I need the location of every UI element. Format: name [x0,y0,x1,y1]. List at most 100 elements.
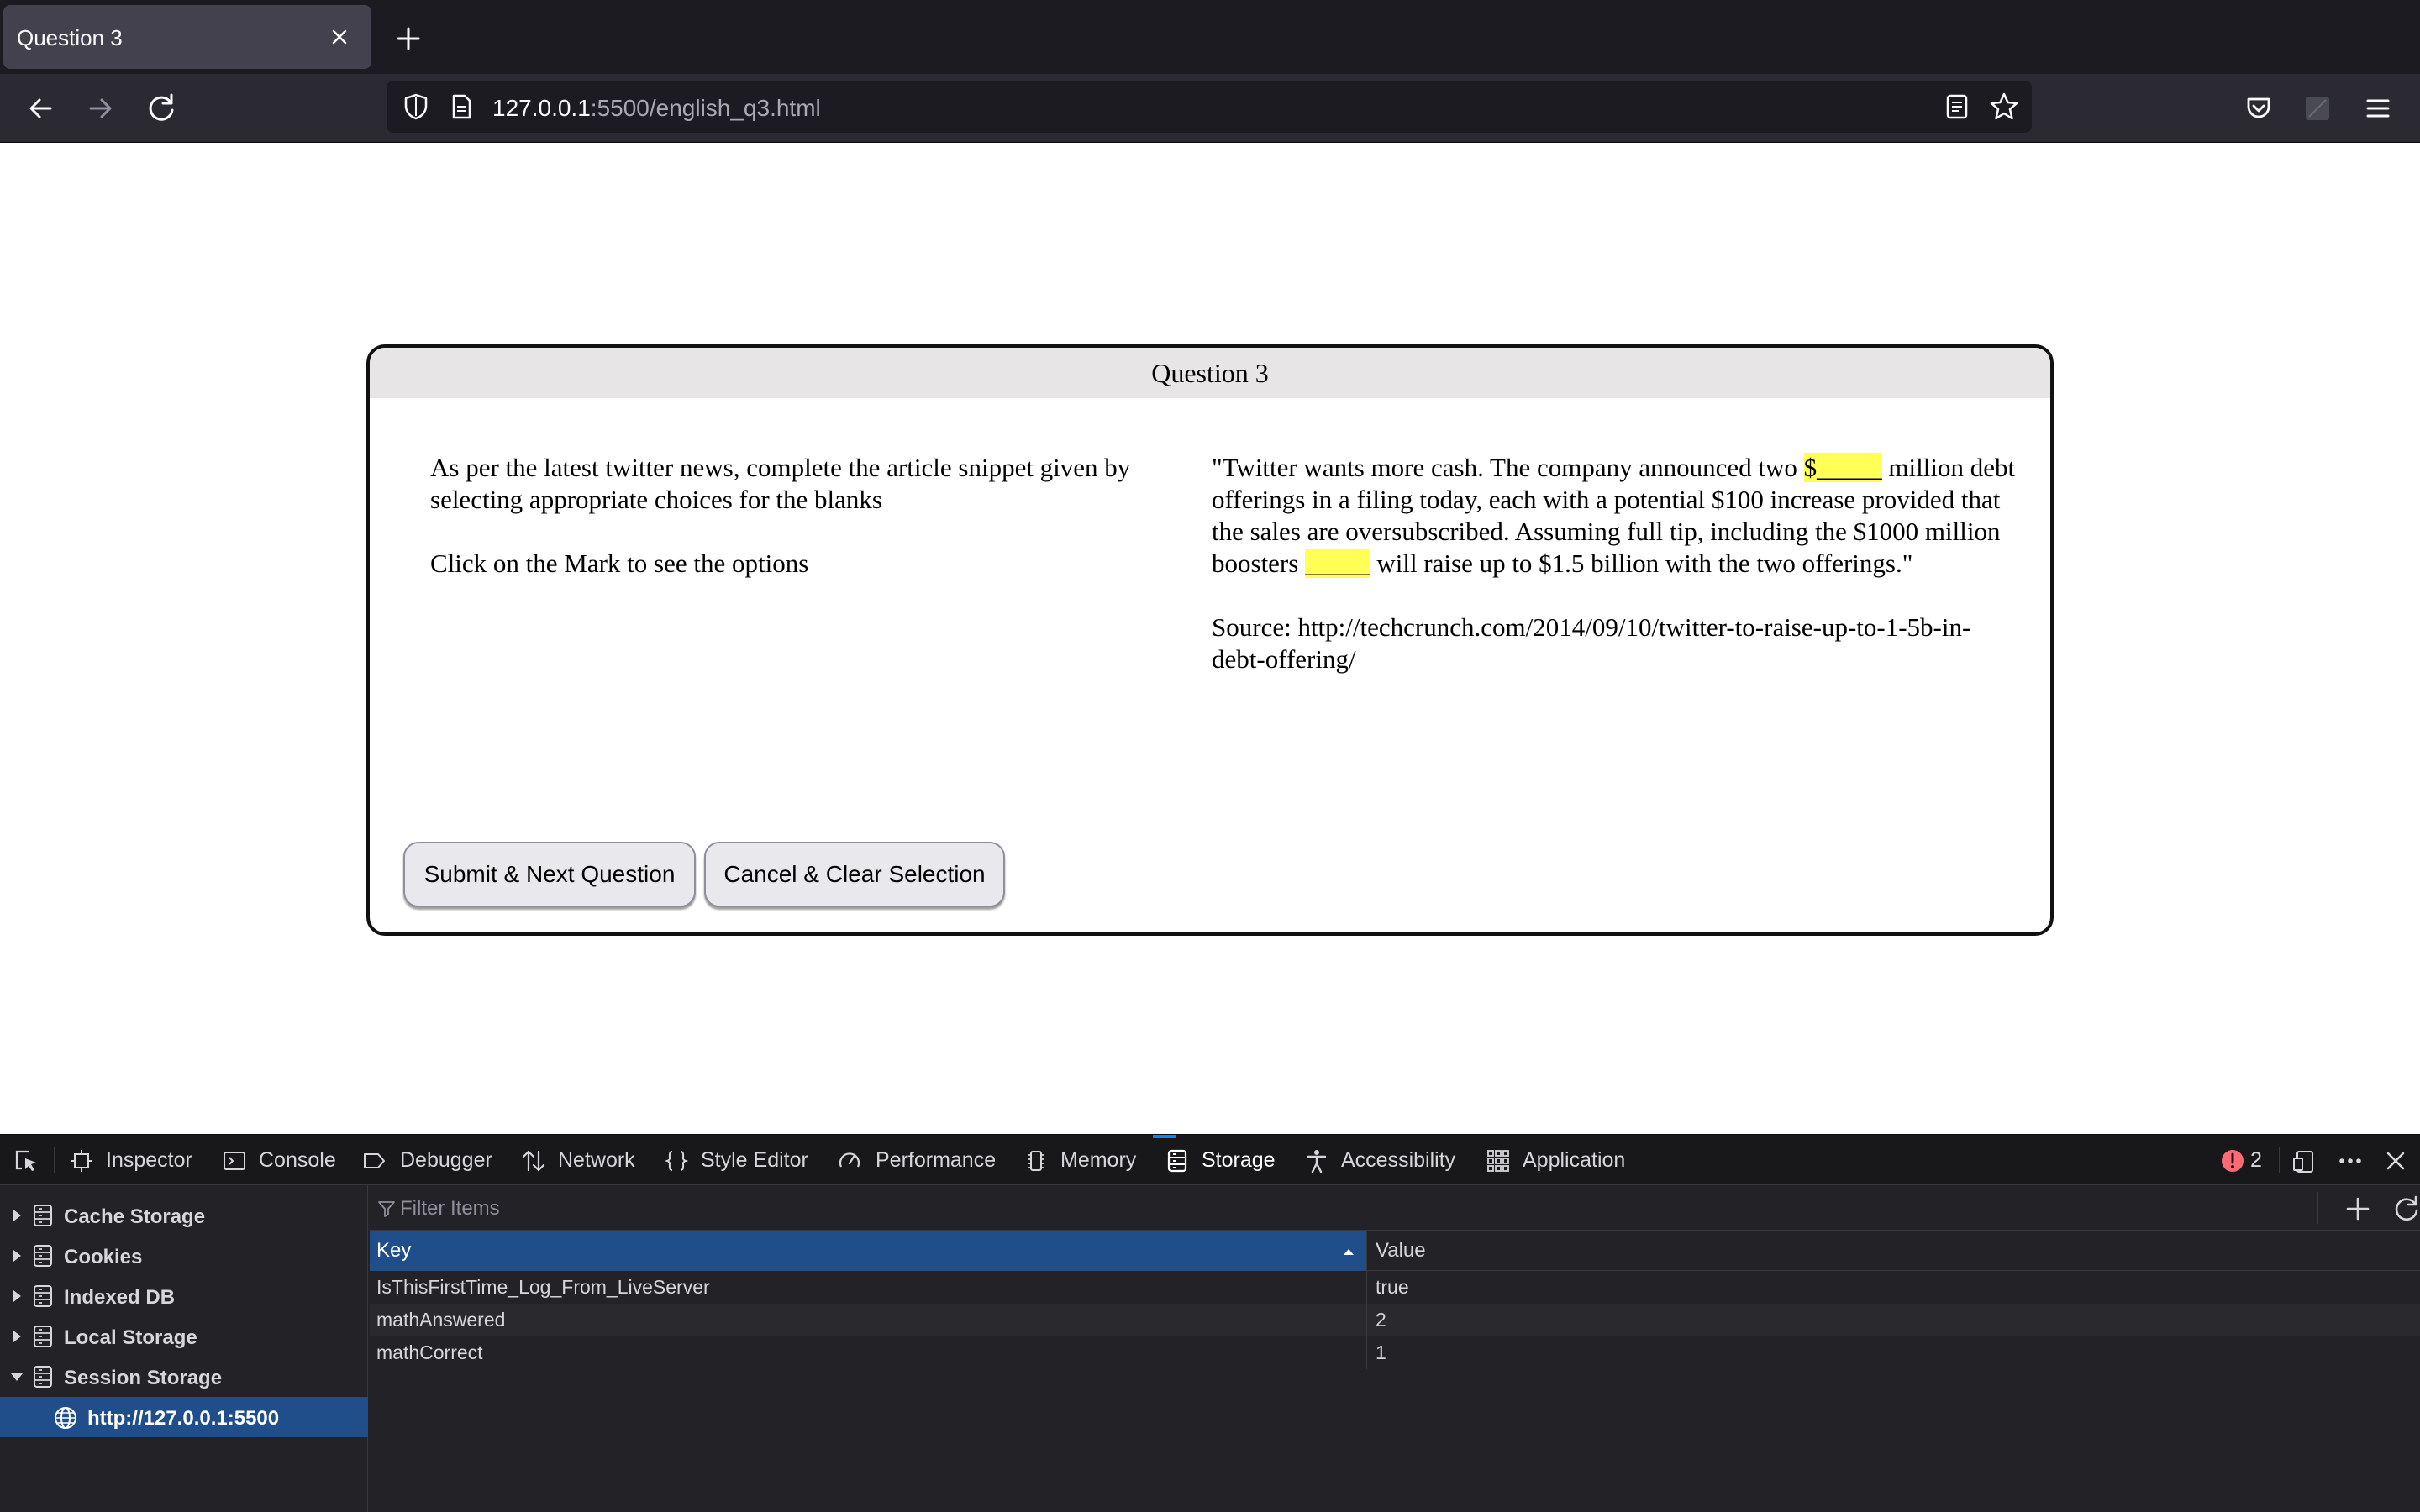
page-icon[interactable] [444,89,479,124]
tree-item-label: http://127.0.0.1:5500 [87,1407,280,1430]
cell-value: true [1366,1271,1409,1304]
snippet-text-1: "Twitter wants more cash. The company an… [1212,453,1804,482]
responsive-design-icon[interactable] [2291,1147,2319,1175]
article-source: Source: http://techcrunch.com/2014/09/10… [1212,612,1971,674]
tab-label: Memory [1060,1148,1137,1172]
filter-toolbar: Filter Items [370,1185,2420,1231]
filter-items-input[interactable]: Filter Items [376,1192,2309,1224]
bookmark-star-icon[interactable] [1986,89,2022,124]
page-content: Question 3 As per the latest twitter new… [0,143,2420,1134]
shield-icon[interactable] [398,89,434,124]
blank-mark-2[interactable]: _____ [1305,549,1370,578]
cell-key: mathCorrect [376,1341,483,1363]
tab-label: Application [1523,1148,1626,1172]
navigation-toolbar: 127.0.0.1:5500/english_q3.html [0,74,2420,143]
accessibility-icon [1307,1150,1327,1173]
expand-arrow-icon[interactable] [8,1207,25,1224]
network-icon [522,1150,545,1172]
error-icon[interactable] [2218,1147,2247,1175]
cell-value: 2 [1366,1304,1386,1336]
refresh-icon[interactable] [2390,1192,2420,1226]
pocket-icon[interactable] [2238,88,2279,129]
storage-icon [34,1285,52,1307]
forward-icon[interactable] [81,88,121,129]
collapse-arrow-icon[interactable] [8,1368,25,1385]
question-card: Question 3 As per the latest twitter new… [366,344,2054,936]
element-picker-icon[interactable] [12,1147,40,1175]
browser-tab[interactable]: Question 3 [3,5,371,69]
cancel-clear-button[interactable]: Cancel & Clear Selection [704,842,1005,907]
close-tab-icon[interactable] [323,20,356,54]
article-snippet-panel: "Twitter wants more cash. The company an… [1212,452,2018,675]
devtools-panel: Inspector Console Debugger Network Style… [0,1134,2420,1512]
performance-icon [839,1152,860,1168]
expand-arrow-icon[interactable] [8,1247,25,1264]
tab-label: Console [259,1148,336,1172]
new-tab-icon[interactable] [390,20,427,57]
toolbar-divider [2317,1192,2318,1224]
url-text: 127.0.0.1:5500/english_q3.html [492,95,821,122]
globe-icon [55,1407,76,1429]
tree-item-cache-storage[interactable]: Cache Storage [0,1195,368,1236]
tab-label: Storage [1202,1148,1276,1172]
close-devtools-icon[interactable] [2381,1147,2410,1175]
cell-key: IsThisFirstTime_Log_From_LiveServer [376,1276,710,1298]
submit-next-button[interactable]: Submit & Next Question [403,842,696,907]
reload-icon[interactable] [141,88,182,129]
toolbar-divider [2279,1147,2280,1173]
error-count[interactable]: 2 [2250,1135,2262,1185]
style-editor-icon [664,1151,689,1171]
question-instructions-panel: As per the latest twitter news, complete… [430,452,1153,580]
devtools-toolbar: Inspector Console Debugger Network Style… [0,1135,2420,1185]
table-row[interactable]: IsThisFirstTime_Log_From_LiveServer true [370,1271,2420,1304]
column-header-key[interactable]: Key [370,1231,1366,1271]
storage-icon [34,1326,52,1347]
expand-arrow-icon[interactable] [8,1328,25,1345]
more-options-icon[interactable] [2336,1147,2365,1175]
storage-icon [34,1205,52,1226]
tab-label: Style Editor [701,1148,808,1172]
article-snippet: "Twitter wants more cash. The company an… [1212,452,2018,580]
tab-label: Debugger [400,1148,492,1172]
filter-placeholder: Filter Items [400,1197,500,1220]
extension-icon[interactable] [2297,88,2338,129]
hamburger-menu-icon[interactable] [2358,88,2398,129]
tree-item-indexed-db[interactable]: Indexed DB [0,1276,368,1316]
tree-item-label: Indexed DB [64,1286,176,1309]
tree-item-local-storage[interactable]: Local Storage [0,1316,368,1357]
table-row[interactable]: mathAnswered 2 [370,1304,2420,1336]
tab-strip: Question 3 [0,0,2420,74]
column-header-label: Value [1376,1239,1426,1262]
storage-tree-sidebar: Cache Storage Cookies Indexed DB Local S… [0,1185,368,1512]
tree-item-session-origin[interactable]: http://127.0.0.1:5500 [0,1397,368,1437]
back-icon[interactable] [20,88,60,129]
tree-item-session-storage[interactable]: Session Storage [0,1357,368,1397]
tree-item-label: Local Storage [64,1326,197,1349]
storage-icon [1167,1149,1187,1173]
memory-icon [1028,1151,1044,1171]
question-instructions: As per the latest twitter news, complete… [430,453,1131,514]
storage-icon [34,1366,52,1388]
cell-value: 1 [1366,1336,1386,1369]
tab-label: Network [558,1148,635,1172]
table-row[interactable]: mathCorrect 1 [370,1336,2420,1369]
question-title: Question 3 [1151,358,1269,388]
toolbar-divider [54,1147,55,1173]
question-hint: Click on the Mark to see the options [430,549,809,578]
reader-view-icon[interactable] [1939,89,1975,124]
url-host: 127.0.0.1 [492,95,591,121]
tree-item-label: Session Storage [64,1367,223,1389]
storage-table: Key Value IsThisFirstTime_Log_From_LiveS… [370,1231,2420,1512]
expand-arrow-icon[interactable] [8,1288,25,1305]
application-grid-icon [1487,1150,1509,1172]
blank-mark-1[interactable]: $_____ [1803,453,1882,482]
cell-key: mathAnswered [376,1309,506,1331]
column-header-value[interactable]: Value [1366,1231,2420,1271]
table-header: Key Value [370,1231,2420,1271]
tab-title: Question 3 [17,25,123,50]
add-item-icon[interactable] [2341,1192,2375,1226]
tab-label: Accessibility [1341,1148,1456,1172]
tree-item-cookies[interactable]: Cookies [0,1236,368,1276]
storage-icon [34,1245,52,1267]
url-bar[interactable]: 127.0.0.1:5500/english_q3.html [387,81,2032,133]
